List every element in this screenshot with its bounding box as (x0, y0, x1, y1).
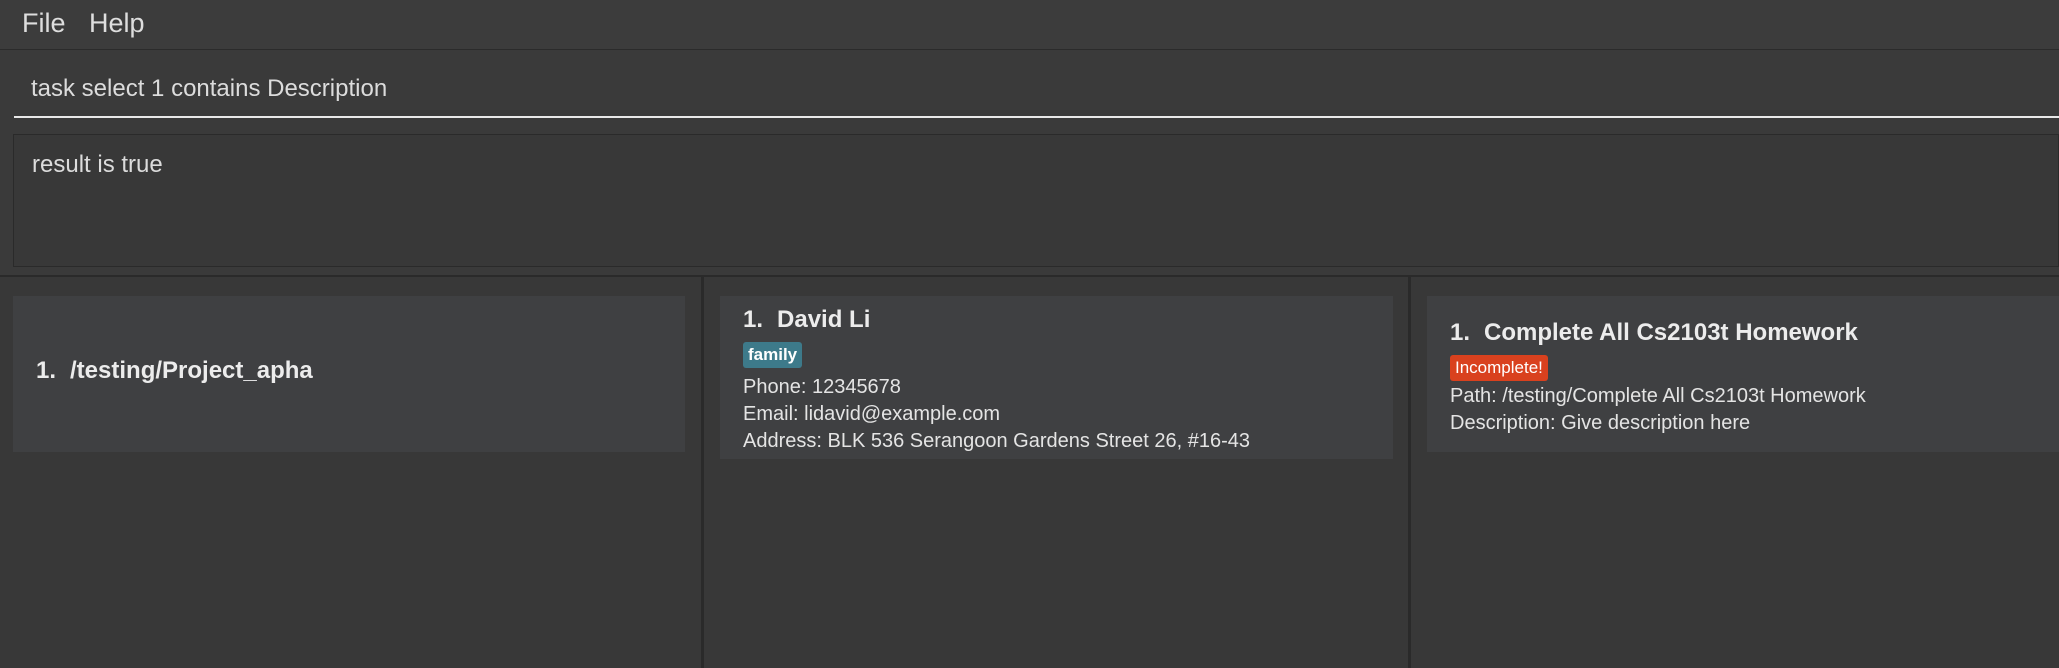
task-title: Complete All Cs2103t Homework (1484, 319, 1858, 346)
person-address: Address: BLK 536 Serangoon Gardens Stree… (743, 430, 1251, 452)
person-phone: Phone: 12345678 (743, 376, 901, 398)
project-path: /testing/Project_apha (70, 357, 313, 384)
command-input-text: task select 1 contains Description (31, 75, 388, 102)
menu-help[interactable]: Help (83, 7, 151, 39)
project-card[interactable]: 1. /testing/Project_apha (13, 296, 685, 452)
menu-file[interactable]: File (16, 7, 72, 39)
task-description: Description: Give description here (1450, 412, 1751, 434)
project-card-title: 1. /testing/Project_apha (36, 356, 313, 386)
person-card-title: 1. David Li (743, 305, 870, 335)
person-name: David Li (777, 306, 871, 333)
command-input[interactable]: task select 1 contains Description (14, 68, 2059, 118)
person-email: Email: lidavid@example.com (743, 403, 1001, 425)
task-card-title: 1. Complete All Cs2103t Homework (1450, 318, 1858, 348)
person-tag-badge: family (743, 342, 803, 368)
person-index: 1. (743, 306, 764, 333)
task-card[interactable]: 1. Complete All Cs2103t Homework Incomple… (1427, 296, 2059, 452)
task-status-badge: Incomplete! (1450, 355, 1548, 381)
task-path: Path: /testing/Complete All Cs2103t Home… (1450, 385, 1866, 407)
person-card[interactable]: 1. David Li family Phone: 12345678 Email:… (720, 296, 1393, 459)
result-text: result is true (32, 151, 163, 178)
list-panels: 1. /testing/Project_apha 1. David Li famil… (0, 275, 2059, 668)
panel-divider[interactable] (701, 277, 704, 668)
project-index: 1. (36, 357, 57, 384)
panel-divider[interactable] (1408, 277, 1411, 668)
task-index: 1. (1450, 319, 1471, 346)
menu-bar: File Help (0, 0, 2059, 50)
result-display: result is true (13, 134, 2059, 267)
